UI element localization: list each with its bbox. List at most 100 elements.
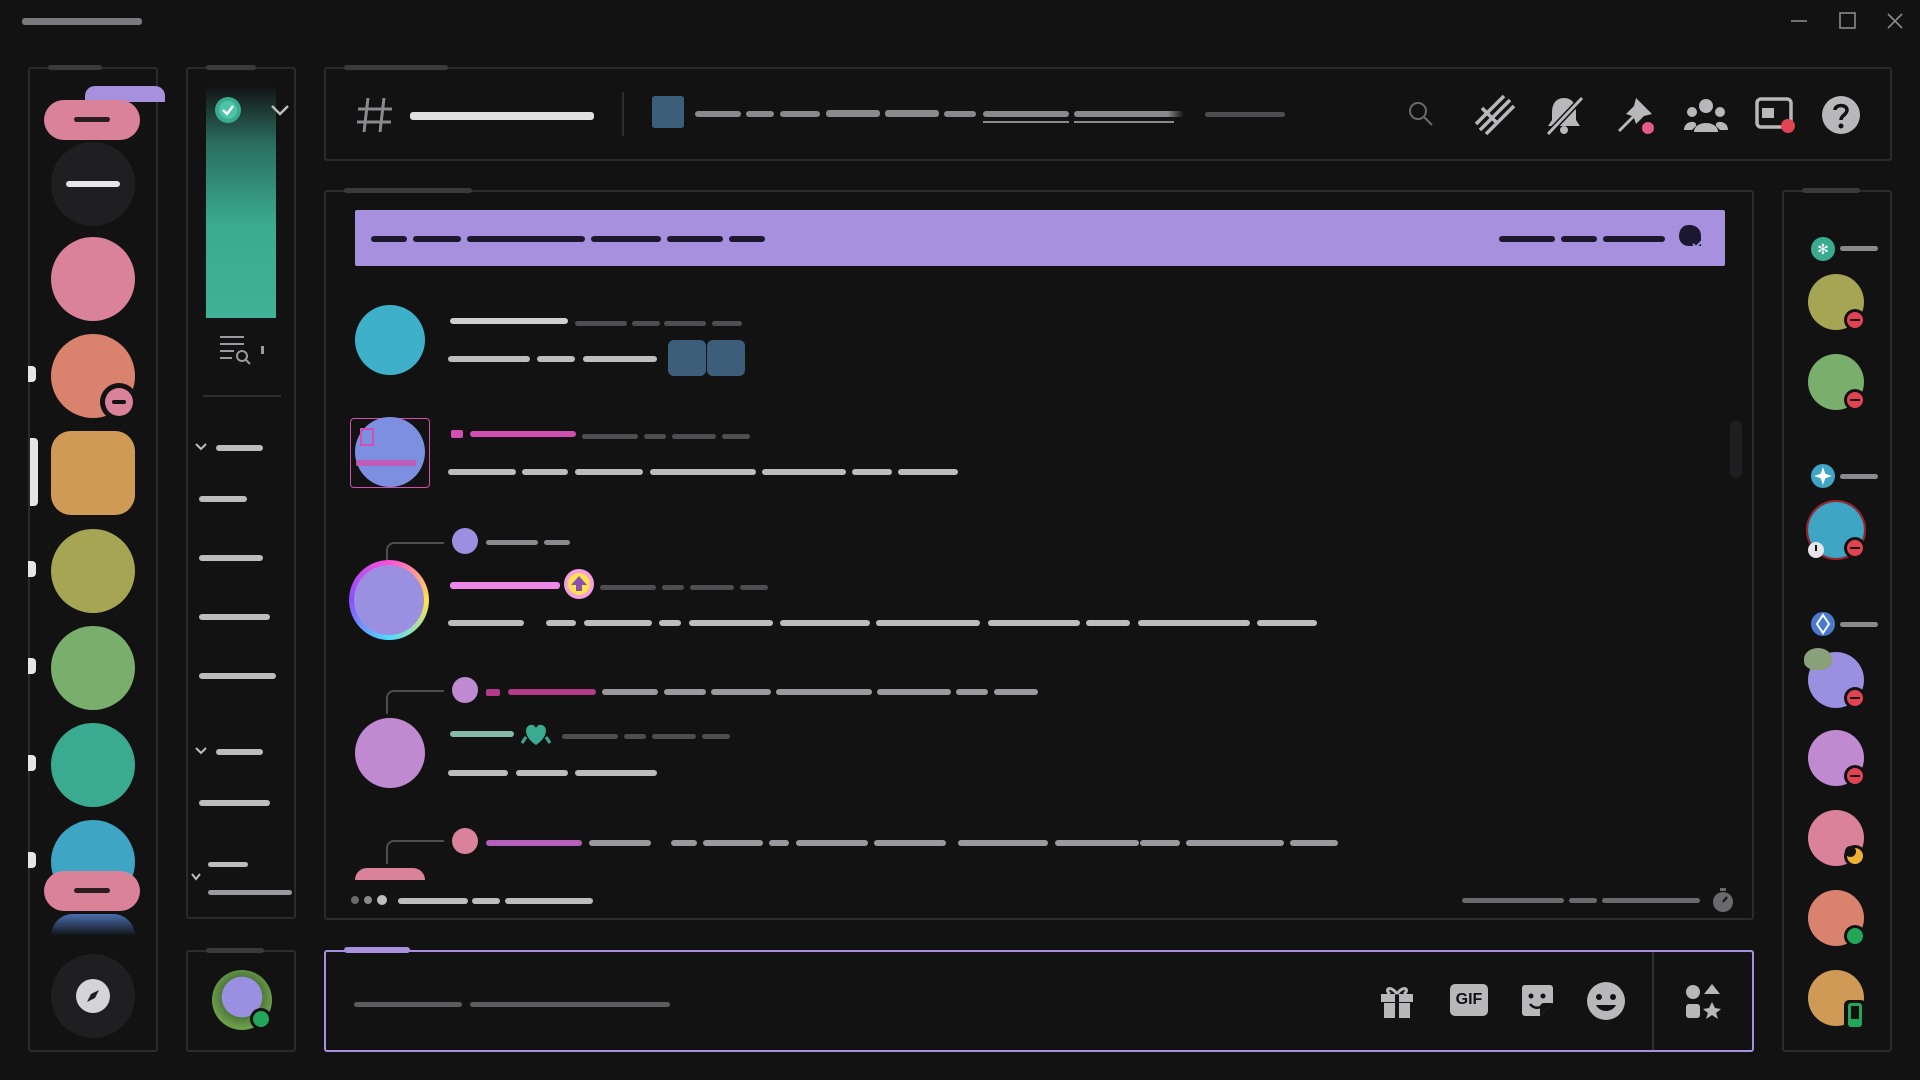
dnd-status-icon	[1844, 309, 1866, 331]
message-content	[448, 770, 508, 776]
message-emoji	[707, 340, 745, 376]
server-green[interactable]	[51, 626, 135, 710]
role-group-header	[1840, 246, 1878, 251]
channel-divider	[203, 395, 281, 397]
typing-indicator-text	[398, 898, 468, 904]
home-button[interactable]	[51, 142, 135, 226]
new-messages-banner[interactable]	[355, 210, 1725, 266]
role-group-header	[1840, 622, 1878, 627]
role-group-header	[1840, 474, 1878, 479]
mark-read-icon[interactable]	[1675, 222, 1705, 252]
reply-avatar	[452, 677, 478, 703]
message-emoji	[668, 340, 706, 376]
message-author[interactable]	[450, 731, 514, 737]
reply-author[interactable]	[486, 540, 538, 545]
gif-icon[interactable]: GIF	[1450, 984, 1488, 1016]
unread-pill-bottom[interactable]	[44, 871, 140, 911]
reply-line	[386, 840, 444, 864]
messages-panel	[324, 188, 1754, 920]
typing-dot	[364, 896, 372, 904]
mute-icon[interactable]	[1544, 94, 1584, 136]
window-title-bar	[0, 0, 1920, 44]
role-group-icon	[1811, 464, 1835, 488]
avatar-decoration	[1804, 648, 1832, 670]
mark-as-read-label[interactable]	[1499, 236, 1555, 242]
scrollbar-thumb[interactable]	[1730, 420, 1742, 478]
dnd-status-icon	[1844, 765, 1866, 787]
category-chevron-icon[interactable]	[190, 871, 202, 883]
minimize-icon[interactable]	[1786, 8, 1812, 34]
channel-item[interactable]	[199, 555, 263, 561]
channel-item[interactable]	[199, 673, 276, 679]
maximize-icon[interactable]	[1834, 8, 1860, 34]
message-author[interactable]	[450, 582, 560, 589]
idle-status-icon	[1844, 845, 1866, 867]
reply-line	[386, 690, 444, 714]
explore-servers-button[interactable]	[51, 954, 135, 1038]
typing-dot	[351, 896, 359, 904]
inbox-icon[interactable]	[1754, 94, 1796, 136]
gift-icon[interactable]	[1378, 982, 1416, 1020]
server-olive[interactable]	[51, 529, 135, 613]
message-avatar[interactable]	[354, 565, 424, 635]
window-title	[22, 18, 142, 25]
message-author[interactable]	[450, 318, 568, 324]
dnd-status-icon	[1844, 537, 1866, 559]
reply-author[interactable]	[508, 689, 596, 695]
server-partial[interactable]	[51, 914, 135, 936]
dnd-status-icon	[1844, 687, 1866, 709]
close-icon[interactable]	[1882, 8, 1908, 34]
server-pink[interactable]	[51, 237, 135, 321]
message-avatar[interactable]	[355, 868, 425, 880]
message-avatar[interactable]	[355, 305, 425, 375]
channel-item[interactable]	[199, 614, 270, 620]
boost-badge-icon	[564, 569, 594, 599]
emoji-icon[interactable]	[1586, 981, 1626, 1021]
category-name[interactable]	[216, 445, 263, 451]
channel-topic[interactable]	[695, 111, 741, 117]
topic-emoji	[652, 96, 684, 128]
compass-icon	[76, 979, 110, 1013]
channel-item[interactable]	[208, 862, 248, 867]
header-divider	[622, 92, 624, 136]
apps-icon[interactable]	[1684, 982, 1722, 1020]
help-icon[interactable]	[1820, 94, 1862, 136]
server-teal[interactable]	[51, 723, 135, 807]
members-icon[interactable]	[1684, 96, 1728, 136]
role-group-icon	[1811, 612, 1835, 636]
channel-item[interactable]	[199, 800, 270, 806]
category-chevron-icon[interactable]	[194, 744, 208, 758]
threads-icon[interactable]	[1474, 94, 1516, 136]
browse-channels-icon[interactable]	[218, 333, 252, 365]
unread-pill-top[interactable]	[44, 100, 140, 140]
server-orange-selected[interactable]	[51, 431, 135, 515]
stopwatch-icon	[1713, 888, 1733, 912]
chevron-down-icon[interactable]	[268, 100, 292, 120]
channel-item[interactable]	[208, 890, 292, 895]
pin-icon[interactable]	[1614, 94, 1656, 136]
message-content	[448, 620, 524, 626]
role-group-icon: ✻	[1811, 237, 1835, 261]
role-icon	[486, 689, 500, 696]
search-icon[interactable]	[1407, 100, 1435, 128]
dnd-badge	[100, 383, 138, 421]
online-status-icon	[1844, 925, 1866, 947]
sticker-icon[interactable]	[1518, 981, 1556, 1019]
category-name[interactable]	[216, 749, 263, 755]
reply-avatar	[452, 828, 478, 854]
message-content	[448, 356, 530, 362]
reply-author[interactable]	[486, 840, 582, 846]
message-author[interactable]	[470, 431, 576, 437]
channel-item[interactable]	[199, 496, 247, 502]
mobile-status-icon	[1844, 1000, 1866, 1030]
clock-icon	[1808, 542, 1824, 558]
slowmode-text	[1462, 898, 1564, 903]
role-icon	[451, 430, 463, 438]
dnd-status-icon	[1844, 389, 1866, 411]
message-timestamp	[575, 321, 627, 326]
category-chevron-icon[interactable]	[194, 440, 208, 454]
message-avatar[interactable]	[355, 718, 425, 788]
message-input-placeholder	[354, 1002, 462, 1007]
role-badge-icon	[520, 724, 552, 745]
gif-label: GIF	[1455, 991, 1483, 1008]
